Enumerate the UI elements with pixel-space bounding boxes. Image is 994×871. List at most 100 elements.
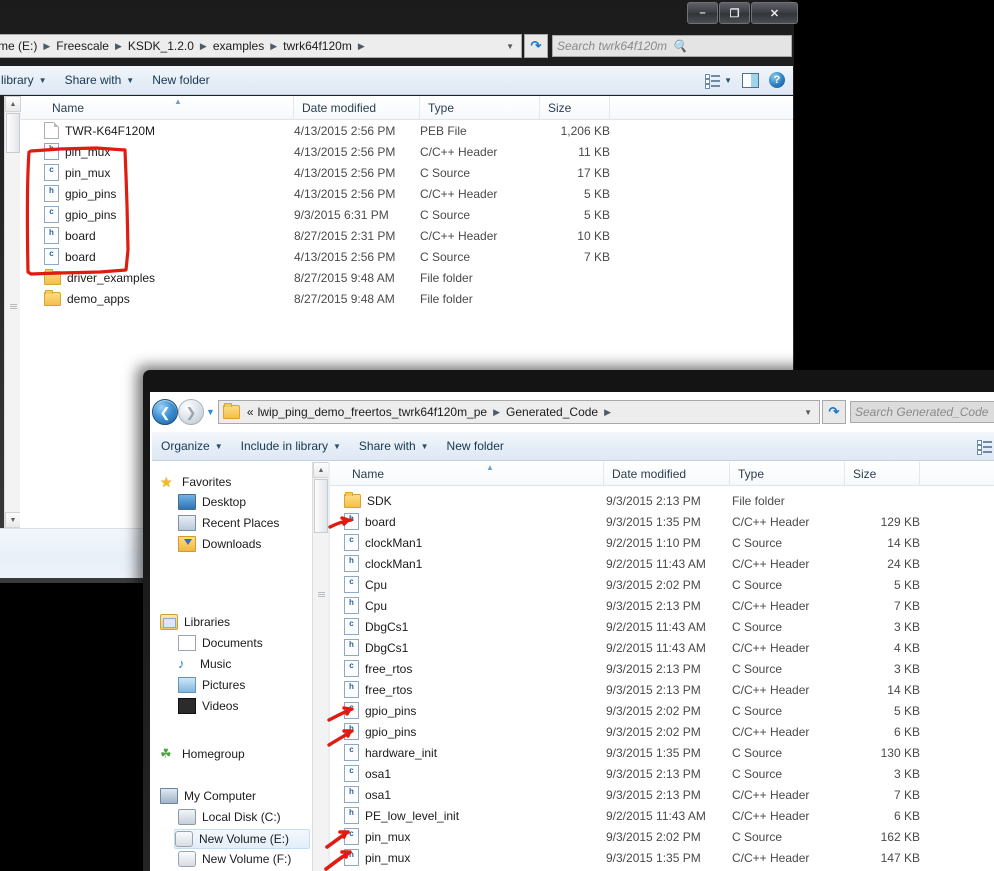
column-extra[interactable] — [920, 462, 994, 486]
breadcrumb-item[interactable]: Generated_Code — [504, 405, 600, 419]
table-row[interactable]: h pin_mux 9/3/2015 1:35 PM C/C++ Header 147 … — [330, 847, 994, 868]
scrollbar-thumb-lower[interactable] — [6, 292, 20, 322]
cmd-organize[interactable]: Organize ▼ — [152, 439, 232, 453]
scroll-up-arrow[interactable]: ▲ — [5, 96, 21, 112]
table-row[interactable]: c osa1 9/3/2015 2:13 PM C Source 3 KB — [330, 763, 994, 784]
table-row[interactable]: c pin_mux 4/13/2015 2:56 PM C Source 17 KB — [20, 162, 793, 183]
file-name-cell[interactable]: h free_rtos — [344, 681, 412, 698]
breadcrumb-item[interactable]: Freescale — [54, 39, 111, 53]
nav-item-music[interactable]: ♪ Music — [178, 655, 237, 673]
table-row[interactable]: h board 9/3/2015 1:35 PM C/C++ Header 129 KB — [330, 511, 994, 532]
scrollbar-thumb[interactable] — [6, 113, 20, 153]
maximize-button[interactable]: ❐ — [719, 2, 750, 24]
cmd-new-folder[interactable]: New folder — [143, 73, 218, 87]
file-name-cell[interactable]: c gpio_pins — [344, 702, 416, 719]
table-row[interactable]: c gpio_pins 9/3/2015 2:02 PM C Source 5 KB — [330, 700, 994, 721]
cmd-library[interactable]: library ▼ — [0, 73, 56, 87]
file-name-cell[interactable]: driver_examples — [44, 268, 155, 285]
nav-item-downloads[interactable]: Downloads — [178, 535, 267, 553]
column-type[interactable]: Type — [420, 96, 540, 120]
column-size[interactable]: Size — [540, 96, 610, 120]
window2-file-list[interactable]: SDK 9/3/2015 2:13 PM File folder h board 9/3/… — [330, 490, 994, 871]
table-row[interactable]: SDK 9/3/2015 2:13 PM File folder — [330, 490, 994, 511]
minimize-button[interactable]: – — [687, 2, 718, 24]
nav-item-new-volume-e[interactable]: New Volume (E:) — [174, 829, 310, 849]
table-row[interactable]: h pin_mux 4/13/2015 2:56 PM C/C++ Header 11 … — [20, 141, 793, 162]
refresh-button[interactable]: ↷ — [524, 34, 548, 58]
table-row[interactable]: h Cpu 9/3/2015 2:13 PM C/C++ Header 7 KB — [330, 595, 994, 616]
help-icon[interactable]: ? — [769, 72, 785, 88]
address-bar-2[interactable]: « lwip_ping_demo_freertos_twrk64f120m_pe… — [217, 400, 820, 424]
table-row[interactable]: h gpio_pins 4/13/2015 2:56 PM C/C++ Header 5… — [20, 183, 793, 204]
breadcrumb[interactable]: me (E:) ▶ Freescale ▶ KSDK_1.2.0 ▶ examp… — [0, 39, 502, 53]
breadcrumb-item[interactable]: examples — [211, 39, 266, 53]
file-name-cell[interactable]: c Cpu — [344, 576, 387, 593]
file-name-cell[interactable]: c pin_mux — [44, 164, 110, 181]
table-row[interactable]: c pin_mux 9/3/2015 2:02 PM C Source 162 KB — [330, 826, 994, 847]
file-name-cell[interactable]: h gpio_pins — [344, 723, 416, 740]
cmd-include-in-library[interactable]: Include in library ▼ — [232, 439, 350, 453]
window1-controls[interactable]: – ❐ ✕ — [686, 2, 798, 24]
file-name-cell[interactable]: c clockMan1 — [344, 534, 422, 551]
column-name[interactable]: Name ▲ — [344, 462, 604, 486]
table-row[interactable]: c free_rtos 9/3/2015 2:13 PM C Source 3 KB — [330, 658, 994, 679]
file-name-cell[interactable]: TWR-K64F120M — [44, 122, 155, 139]
window1-list-scrollbar[interactable]: ▲ ▼ — [4, 96, 21, 528]
table-row[interactable]: c DbgCs1 9/2/2015 11:43 AM C Source 3 KB — [330, 616, 994, 637]
file-name-cell[interactable]: h pin_mux — [44, 143, 110, 160]
views-icon[interactable] — [977, 439, 992, 455]
breadcrumb-overflow[interactable]: « — [245, 405, 256, 419]
file-name-cell[interactable]: c board — [44, 248, 96, 265]
breadcrumb-item[interactable]: KSDK_1.2.0 — [126, 39, 196, 53]
file-name-cell[interactable]: c hardware_init — [344, 744, 437, 761]
nav-item-libraries[interactable]: Libraries — [160, 613, 236, 631]
breadcrumb-item[interactable]: me (E:) — [0, 39, 39, 53]
column-extra[interactable] — [610, 96, 793, 120]
refresh-button-2[interactable]: ↷ — [822, 400, 846, 424]
table-row[interactable]: h board 8/27/2015 2:31 PM C/C++ Header 10 KB — [20, 225, 793, 246]
nav-item-favorites[interactable]: ★ Favorites — [160, 473, 237, 491]
file-name-cell[interactable]: c DbgCs1 — [344, 618, 408, 635]
nav-item-my-computer[interactable]: My Computer — [160, 787, 262, 805]
table-row[interactable]: h DbgCs1 9/2/2015 11:43 AM C/C++ Header 4 KB — [330, 637, 994, 658]
column-date-modified[interactable]: Date modified — [294, 96, 420, 120]
table-row[interactable]: demo_apps 8/27/2015 9:48 AM File folder — [20, 288, 793, 309]
breadcrumb-item[interactable]: lwip_ping_demo_freertos_twrk64f120m_pe — [256, 405, 489, 419]
views-dropdown-icon[interactable]: ▼ — [724, 76, 732, 85]
nav-item-documents[interactable]: Documents — [178, 634, 269, 652]
address-dropdown-icon[interactable]: ▼ — [800, 408, 816, 417]
cmd-new-folder-2[interactable]: New folder — [438, 439, 513, 453]
table-row[interactable]: c clockMan1 9/2/2015 1:10 PM C Source 14 KB — [330, 532, 994, 553]
column-type[interactable]: Type — [730, 462, 845, 486]
table-row[interactable]: c gpio_pins 9/3/2015 6:31 PM C Source 5 KB — [20, 204, 793, 225]
close-button[interactable]: ✕ — [751, 2, 798, 24]
address-dropdown-icon[interactable]: ▼ — [502, 42, 518, 51]
table-row[interactable]: driver_examples 8/27/2015 9:48 AM File fol… — [20, 267, 793, 288]
nav-item-recent-places[interactable]: Recent Places — [178, 514, 285, 532]
nav-item-new-volume-f[interactable]: New Volume (F:) — [178, 850, 297, 868]
nav-item-local-disk-c[interactable]: Local Disk (C:) — [178, 808, 287, 826]
column-date-modified[interactable]: Date modified — [604, 462, 730, 486]
cmd-share-with[interactable]: Share with ▼ — [56, 73, 144, 87]
scroll-down-arrow[interactable]: ▼ — [5, 512, 21, 528]
table-row[interactable]: c hardware_init 9/3/2015 1:35 PM C Source 13… — [330, 742, 994, 763]
file-name-cell[interactable]: c pin_mux — [344, 828, 410, 845]
file-name-cell[interactable]: h DbgCs1 — [344, 639, 408, 656]
nav-item-videos[interactable]: Videos — [178, 697, 244, 715]
views-icon[interactable] — [705, 73, 721, 89]
table-row[interactable]: c Cpu 9/3/2015 2:02 PM C Source 5 KB — [330, 574, 994, 595]
table-row[interactable]: h PE_low_level_init 9/2/2015 11:43 AM C/C++… — [330, 805, 994, 826]
table-row[interactable]: h osa1 9/3/2015 2:13 PM C/C++ Header 7 KB — [330, 784, 994, 805]
column-size[interactable]: Size — [845, 462, 920, 486]
back-button[interactable]: ❮ — [152, 399, 178, 425]
table-row[interactable]: h clockMan1 9/2/2015 11:43 AM C/C++ Header 2… — [330, 553, 994, 574]
preview-pane-icon[interactable] — [742, 72, 759, 88]
file-name-cell[interactable]: h board — [344, 513, 396, 530]
file-name-cell[interactable]: c gpio_pins — [44, 206, 116, 223]
cmd-share-with-2[interactable]: Share with ▼ — [350, 439, 438, 453]
file-name-cell[interactable]: h gpio_pins — [44, 185, 116, 202]
table-row[interactable]: h free_rtos 9/3/2015 2:13 PM C/C++ Header 14… — [330, 679, 994, 700]
nav-item-desktop[interactable]: Desktop — [178, 493, 252, 511]
search-box-2[interactable]: Search Generated_Code — [850, 401, 994, 423]
column-name[interactable]: Name ▲ — [44, 96, 294, 120]
